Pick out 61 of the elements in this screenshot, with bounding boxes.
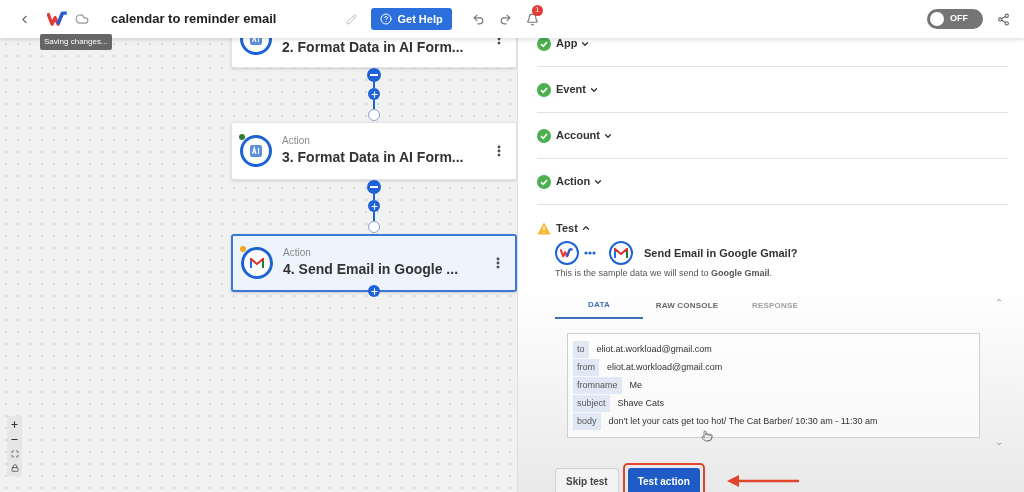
- pointer-cursor-icon: [701, 429, 713, 442]
- section-header[interactable]: App: [556, 38, 591, 52]
- logo-icon: [560, 248, 574, 258]
- section-header[interactable]: Account: [556, 127, 613, 144]
- split-node-icon[interactable]: [367, 180, 381, 194]
- mail-icon: [614, 247, 628, 259]
- mail-icon: [250, 257, 264, 269]
- section-header[interactable]: Action: [556, 173, 604, 190]
- split-node-icon[interactable]: [367, 68, 381, 82]
- field-key: from: [573, 358, 599, 377]
- dots-icon: [584, 251, 596, 255]
- field-value: eliot.at.workload@gmail.com: [607, 360, 723, 374]
- connector-endpoint: [368, 221, 380, 233]
- step-type-label: Action: [283, 246, 312, 259]
- lock-icon[interactable]: [10, 464, 19, 472]
- skip-test-button[interactable]: Skip test: [555, 467, 619, 492]
- connector-endpoint: [368, 109, 380, 121]
- add-step-button[interactable]: [368, 88, 380, 100]
- check-circle-icon: [537, 128, 551, 143]
- step-title: 2. Format Data in AI Form...: [282, 38, 465, 57]
- active-toggle[interactable]: OFF: [927, 9, 983, 29]
- step-title: 3. Format Data in AI Form...: [282, 147, 465, 167]
- field-key: to: [573, 340, 589, 359]
- check-circle-icon: [537, 82, 551, 97]
- test-description: This is the sample data we will send to Google Gmail.: [555, 267, 774, 280]
- share-icon[interactable]: [997, 12, 1010, 26]
- field-value: Shave Cats: [617, 396, 665, 410]
- section-header[interactable]: Event: [556, 81, 599, 98]
- add-step-button[interactable]: [368, 200, 380, 212]
- test-title: Send Email in Google Gmail?: [644, 245, 798, 261]
- ai-chip-icon: [248, 143, 264, 159]
- workflow-title: calendar to reminder email: [111, 10, 277, 29]
- field-value: Me: [629, 378, 643, 392]
- step-card[interactable]: Action 4. Send Email in Google ...: [231, 234, 517, 292]
- field-key: subject: [573, 394, 610, 413]
- notification-count: 1: [531, 4, 543, 16]
- zoom-in-icon[interactable]: [10, 420, 19, 429]
- logo-icon: [47, 11, 69, 27]
- help-button[interactable]: Get Help: [371, 8, 452, 30]
- warning-icon: [537, 221, 551, 235]
- fit-view-icon[interactable]: [10, 450, 19, 458]
- test-action-button[interactable]: Test action: [627, 467, 700, 492]
- step-title: 4. Send Email in Google ...: [283, 259, 460, 279]
- field-key: body: [573, 412, 601, 431]
- saving-tooltip: Saving changes...: [40, 34, 112, 50]
- notifications-icon[interactable]: [525, 12, 539, 26]
- field-value: don't let your cats get too hot/ The Cat Barber/ 10:30 am - 11:30 am: [608, 414, 878, 428]
- step-card[interactable]: Action 3. Format Data in AI Form...: [231, 122, 517, 180]
- cloud-icon: [75, 12, 89, 26]
- step-card[interactable]: 2. Format Data in AI Form...: [231, 38, 517, 68]
- result-tab[interactable]: DATA: [555, 292, 643, 319]
- result-tab[interactable]: RAW CONSOLE: [643, 292, 731, 319]
- field-value: eliot.at.workload@gmail.com: [596, 342, 712, 356]
- section-header[interactable]: Test: [556, 219, 591, 237]
- help-icon: [380, 13, 393, 25]
- undo-icon[interactable]: [471, 12, 485, 26]
- field-key: fromname: [573, 376, 622, 395]
- step-type-label: Action: [282, 134, 311, 147]
- check-circle-icon: [537, 174, 551, 189]
- redo-icon[interactable]: [498, 12, 512, 26]
- chevron-up-icon: [580, 223, 591, 233]
